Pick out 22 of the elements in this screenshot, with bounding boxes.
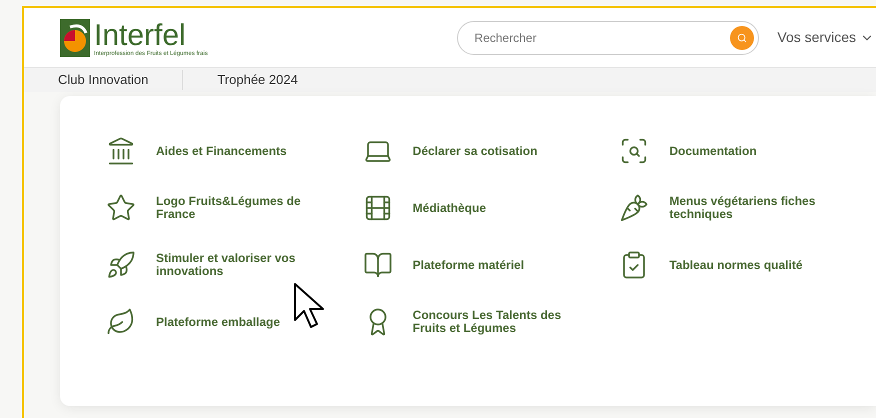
logo-icon	[60, 18, 90, 56]
service-link[interactable]: Aides et Financements	[106, 136, 363, 166]
nav-link[interactable]: Club Innovation	[24, 70, 182, 90]
service-link[interactable]: Plateforme emballage	[106, 307, 363, 337]
search-icon[interactable]	[730, 26, 754, 50]
rocket-icon	[106, 250, 136, 280]
service-link[interactable]: Tableau normes qualité	[619, 250, 876, 280]
star-icon	[106, 193, 136, 223]
service-link[interactable]: Médiathèque	[362, 193, 620, 223]
carrot-icon	[619, 193, 650, 223]
service-link[interactable]: Menus végétariens fiches techniques	[619, 193, 876, 223]
search-field[interactable]: Rechercher	[457, 20, 760, 54]
nav-link[interactable]: Trophée 2024	[182, 70, 332, 90]
logo-wordmark: Interfel	[94, 20, 186, 50]
service-link[interactable]: Concours Les Talents des Fruits et Légumes	[362, 307, 620, 337]
service-link[interactable]: Documentation	[619, 136, 876, 166]
service-link[interactable]: Logo Fruits&Légumes de France	[106, 193, 363, 223]
service-link[interactable]: Déclarer sa cotisation	[362, 136, 620, 166]
service-link[interactable]: Plateforme matériel	[362, 250, 620, 280]
columns-building-icon	[106, 136, 136, 166]
services-menu[interactable]: Vos services	[777, 27, 874, 48]
service-link[interactable]: Stimuler et valoriser vos innovations	[106, 250, 363, 280]
